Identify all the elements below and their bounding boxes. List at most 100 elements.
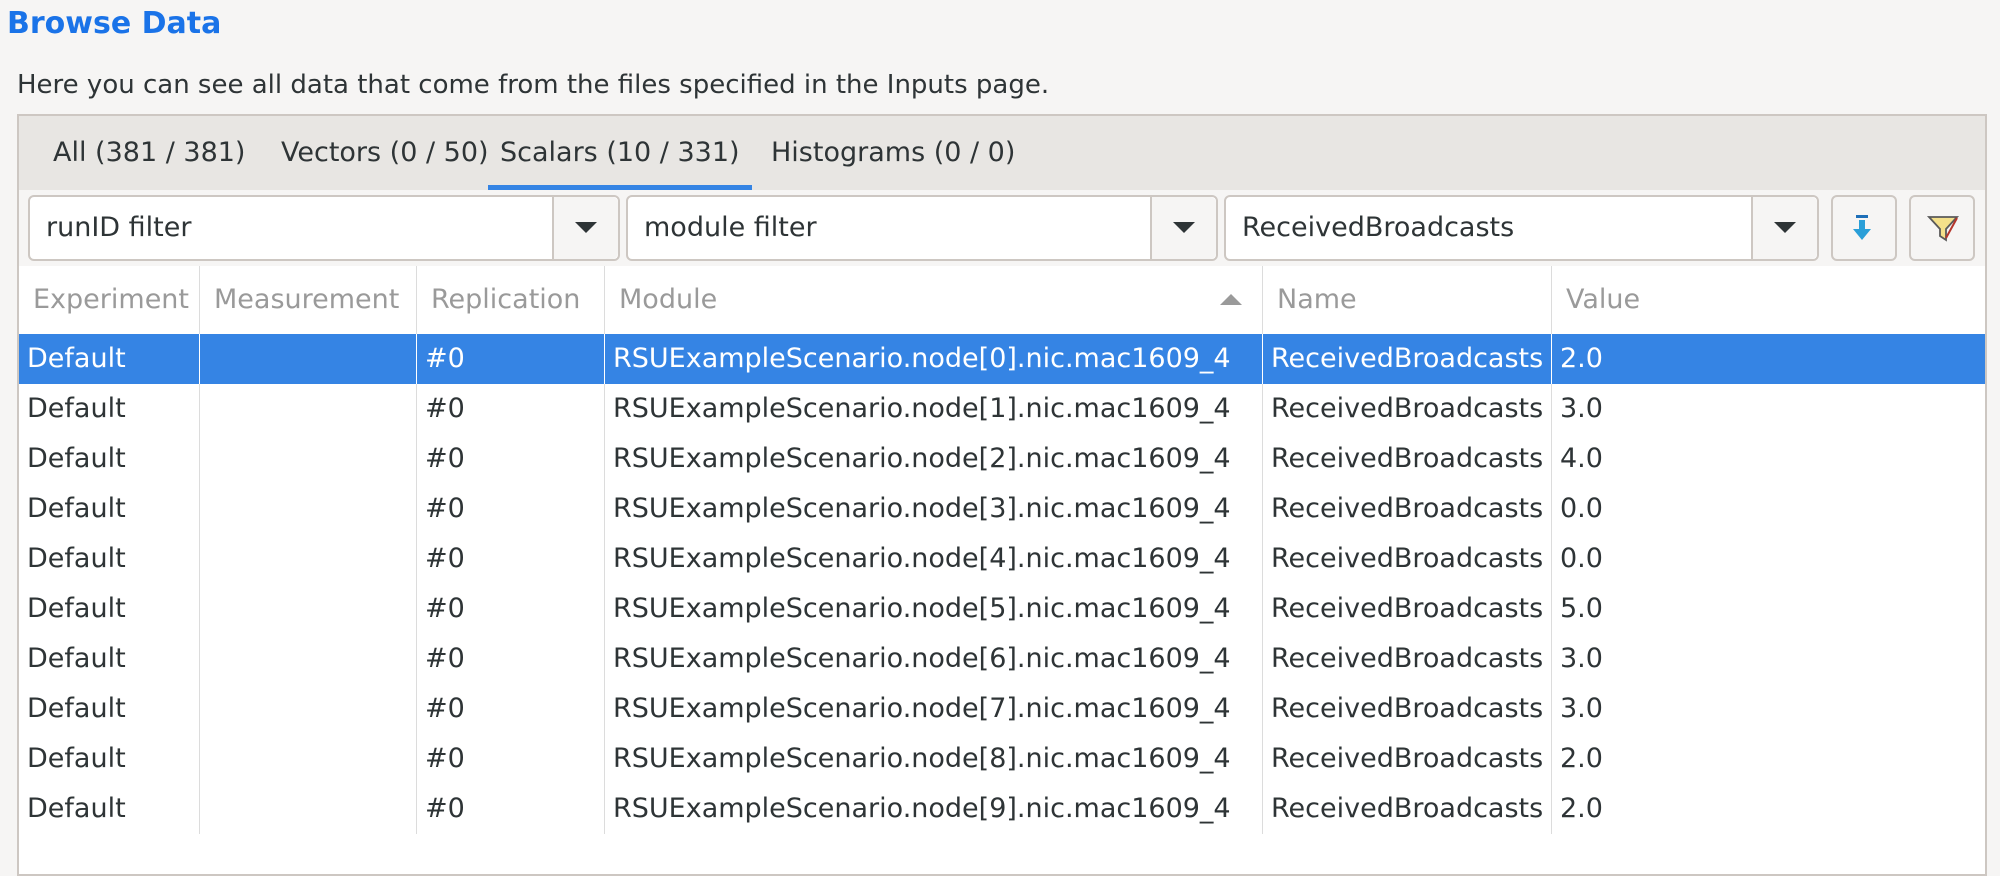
cell-module: RSUExampleScenario.node[2].nic.mac1609_4: [605, 434, 1263, 484]
funnel-icon: [1926, 216, 1960, 242]
cell-name: ReceivedBroadcasts: [1263, 734, 1552, 784]
cell-value: 0.0: [1560, 543, 1603, 574]
table-row[interactable]: Default #0 RSUExampleScenario.node[0].nic.…: [19, 334, 1985, 384]
cell-module: RSUExampleScenario.node[0].nic.mac1609_4: [605, 334, 1263, 384]
cell-replication: #0: [417, 584, 605, 634]
cell-replication: #0: [417, 534, 605, 584]
cell-measurement: [200, 584, 417, 634]
run-id-filter-combo[interactable]: runID filter: [28, 195, 620, 261]
cell-experiment: Default: [19, 484, 200, 534]
cell-module: RSUExampleScenario.node[7].nic.mac1609_4: [605, 684, 1263, 734]
run-id-filter-input[interactable]: runID filter: [46, 197, 191, 259]
cell-name: ReceivedBroadcasts: [1263, 434, 1552, 484]
cell-experiment: Default: [19, 434, 200, 484]
chevron-down-icon: [575, 222, 597, 233]
cell-replication: #0: [417, 334, 605, 384]
filter-bar: runID filter module filter ReceivedBroad…: [19, 190, 1985, 266]
page-title: Browse Data: [7, 6, 222, 41]
chevron-down-icon: [1173, 222, 1195, 233]
cell-value: 3.0: [1560, 693, 1603, 724]
name-filter-combo[interactable]: ReceivedBroadcasts: [1224, 195, 1819, 261]
cell-module: RSUExampleScenario.node[8].nic.mac1609_4: [605, 734, 1263, 784]
cell-measurement: [200, 434, 417, 484]
cell-value: 2.0: [1560, 343, 1603, 374]
column-header-value[interactable]: Value: [1552, 266, 1987, 334]
cell-name: ReceivedBroadcasts: [1263, 384, 1552, 434]
tab-vectors[interactable]: Vectors (0 / 50): [269, 116, 501, 190]
cell-module: RSUExampleScenario.node[3].nic.mac1609_4: [605, 484, 1263, 534]
sort-ascending-icon: [1220, 294, 1242, 305]
cell-measurement: [200, 334, 417, 384]
cell-measurement: [200, 484, 417, 534]
cell-name: ReceivedBroadcasts: [1263, 334, 1552, 384]
run-id-filter-dropdown-button[interactable]: [552, 197, 618, 259]
cell-experiment: Default: [19, 684, 200, 734]
cell-value: 5.0: [1560, 593, 1603, 624]
cell-measurement: [200, 734, 417, 784]
cell-value: 2.0: [1560, 793, 1603, 824]
column-header-replication[interactable]: Replication: [417, 266, 605, 334]
table-row[interactable]: Default #0 RSUExampleScenario.node[6].nic.…: [19, 634, 1985, 684]
cell-name: ReceivedBroadcasts: [1263, 634, 1552, 684]
table-row[interactable]: Default #0 RSUExampleScenario.node[8].nic.…: [19, 734, 1985, 784]
cell-experiment: Default: [19, 584, 200, 634]
cell-experiment: Default: [19, 384, 200, 434]
table-header: Experiment Measurement Replication Modul…: [19, 266, 1985, 335]
cell-replication: #0: [417, 434, 605, 484]
advanced-filter-button[interactable]: [1909, 195, 1975, 261]
column-header-name[interactable]: Name: [1263, 266, 1552, 334]
cell-measurement: [200, 384, 417, 434]
cell-measurement: [200, 684, 417, 734]
cell-experiment: Default: [19, 734, 200, 784]
chevron-down-icon: [1774, 222, 1796, 233]
cell-replication: #0: [417, 484, 605, 534]
column-header-module-label: Module: [619, 284, 718, 315]
cell-module: RSUExampleScenario.node[6].nic.mac1609_4: [605, 634, 1263, 684]
cell-module: RSUExampleScenario.node[9].nic.mac1609_4: [605, 784, 1263, 834]
module-filter-combo[interactable]: module filter: [626, 195, 1218, 261]
cell-replication: #0: [417, 384, 605, 434]
cell-module: RSUExampleScenario.node[1].nic.mac1609_4: [605, 384, 1263, 434]
cell-name: ReceivedBroadcasts: [1263, 784, 1552, 834]
table-row[interactable]: Default #0 RSUExampleScenario.node[3].nic.…: [19, 484, 1985, 534]
table-row[interactable]: Default #0 RSUExampleScenario.node[7].nic.…: [19, 684, 1985, 734]
cell-replication: #0: [417, 634, 605, 684]
cell-name: ReceivedBroadcasts: [1263, 684, 1552, 734]
table-row[interactable]: Default #0 RSUExampleScenario.node[1].nic.…: [19, 384, 1985, 434]
cell-replication: #0: [417, 784, 605, 834]
apply-filter-button[interactable]: [1831, 195, 1897, 261]
column-header-measurement[interactable]: Measurement: [200, 266, 417, 334]
name-filter-input[interactable]: ReceivedBroadcasts: [1242, 197, 1514, 259]
cell-value: 4.0: [1560, 443, 1603, 474]
cell-experiment: Default: [19, 784, 200, 834]
cell-module: RSUExampleScenario.node[5].nic.mac1609_4: [605, 584, 1263, 634]
cell-name: ReceivedBroadcasts: [1263, 584, 1552, 634]
tab-histograms[interactable]: Histograms (0 / 0): [759, 116, 1027, 190]
cell-name: ReceivedBroadcasts: [1263, 484, 1552, 534]
cell-measurement: [200, 784, 417, 834]
cell-value: 3.0: [1560, 393, 1603, 424]
cell-experiment: Default: [19, 634, 200, 684]
cell-module: RSUExampleScenario.node[4].nic.mac1609_4: [605, 534, 1263, 584]
table-row[interactable]: Default #0 RSUExampleScenario.node[4].nic.…: [19, 534, 1985, 584]
arrow-down-icon: [1853, 215, 1871, 240]
browse-data-panel: All (381 / 381) Vectors (0 / 50) Scalars…: [17, 114, 1987, 876]
data-table: Experiment Measurement Replication Modul…: [19, 266, 1985, 874]
tab-scalars[interactable]: Scalars (10 / 331): [488, 116, 752, 190]
column-header-module[interactable]: Module: [605, 266, 1263, 334]
module-filter-input[interactable]: module filter: [644, 197, 817, 259]
cell-replication: #0: [417, 734, 605, 784]
name-filter-dropdown-button[interactable]: [1751, 197, 1817, 259]
column-header-experiment[interactable]: Experiment: [19, 266, 200, 334]
module-filter-dropdown-button[interactable]: [1150, 197, 1216, 259]
cell-replication: #0: [417, 684, 605, 734]
cell-experiment: Default: [19, 534, 200, 584]
cell-experiment: Default: [19, 334, 200, 384]
cell-value: 0.0: [1560, 493, 1603, 524]
table-row[interactable]: Default #0 RSUExampleScenario.node[9].nic.…: [19, 784, 1985, 834]
table-row[interactable]: Default #0 RSUExampleScenario.node[5].nic.…: [19, 584, 1985, 634]
page-description: Here you can see all data that come from…: [17, 70, 1050, 100]
tab-all[interactable]: All (381 / 381): [41, 116, 257, 190]
cell-measurement: [200, 634, 417, 684]
table-row[interactable]: Default #0 RSUExampleScenario.node[2].nic.…: [19, 434, 1985, 484]
